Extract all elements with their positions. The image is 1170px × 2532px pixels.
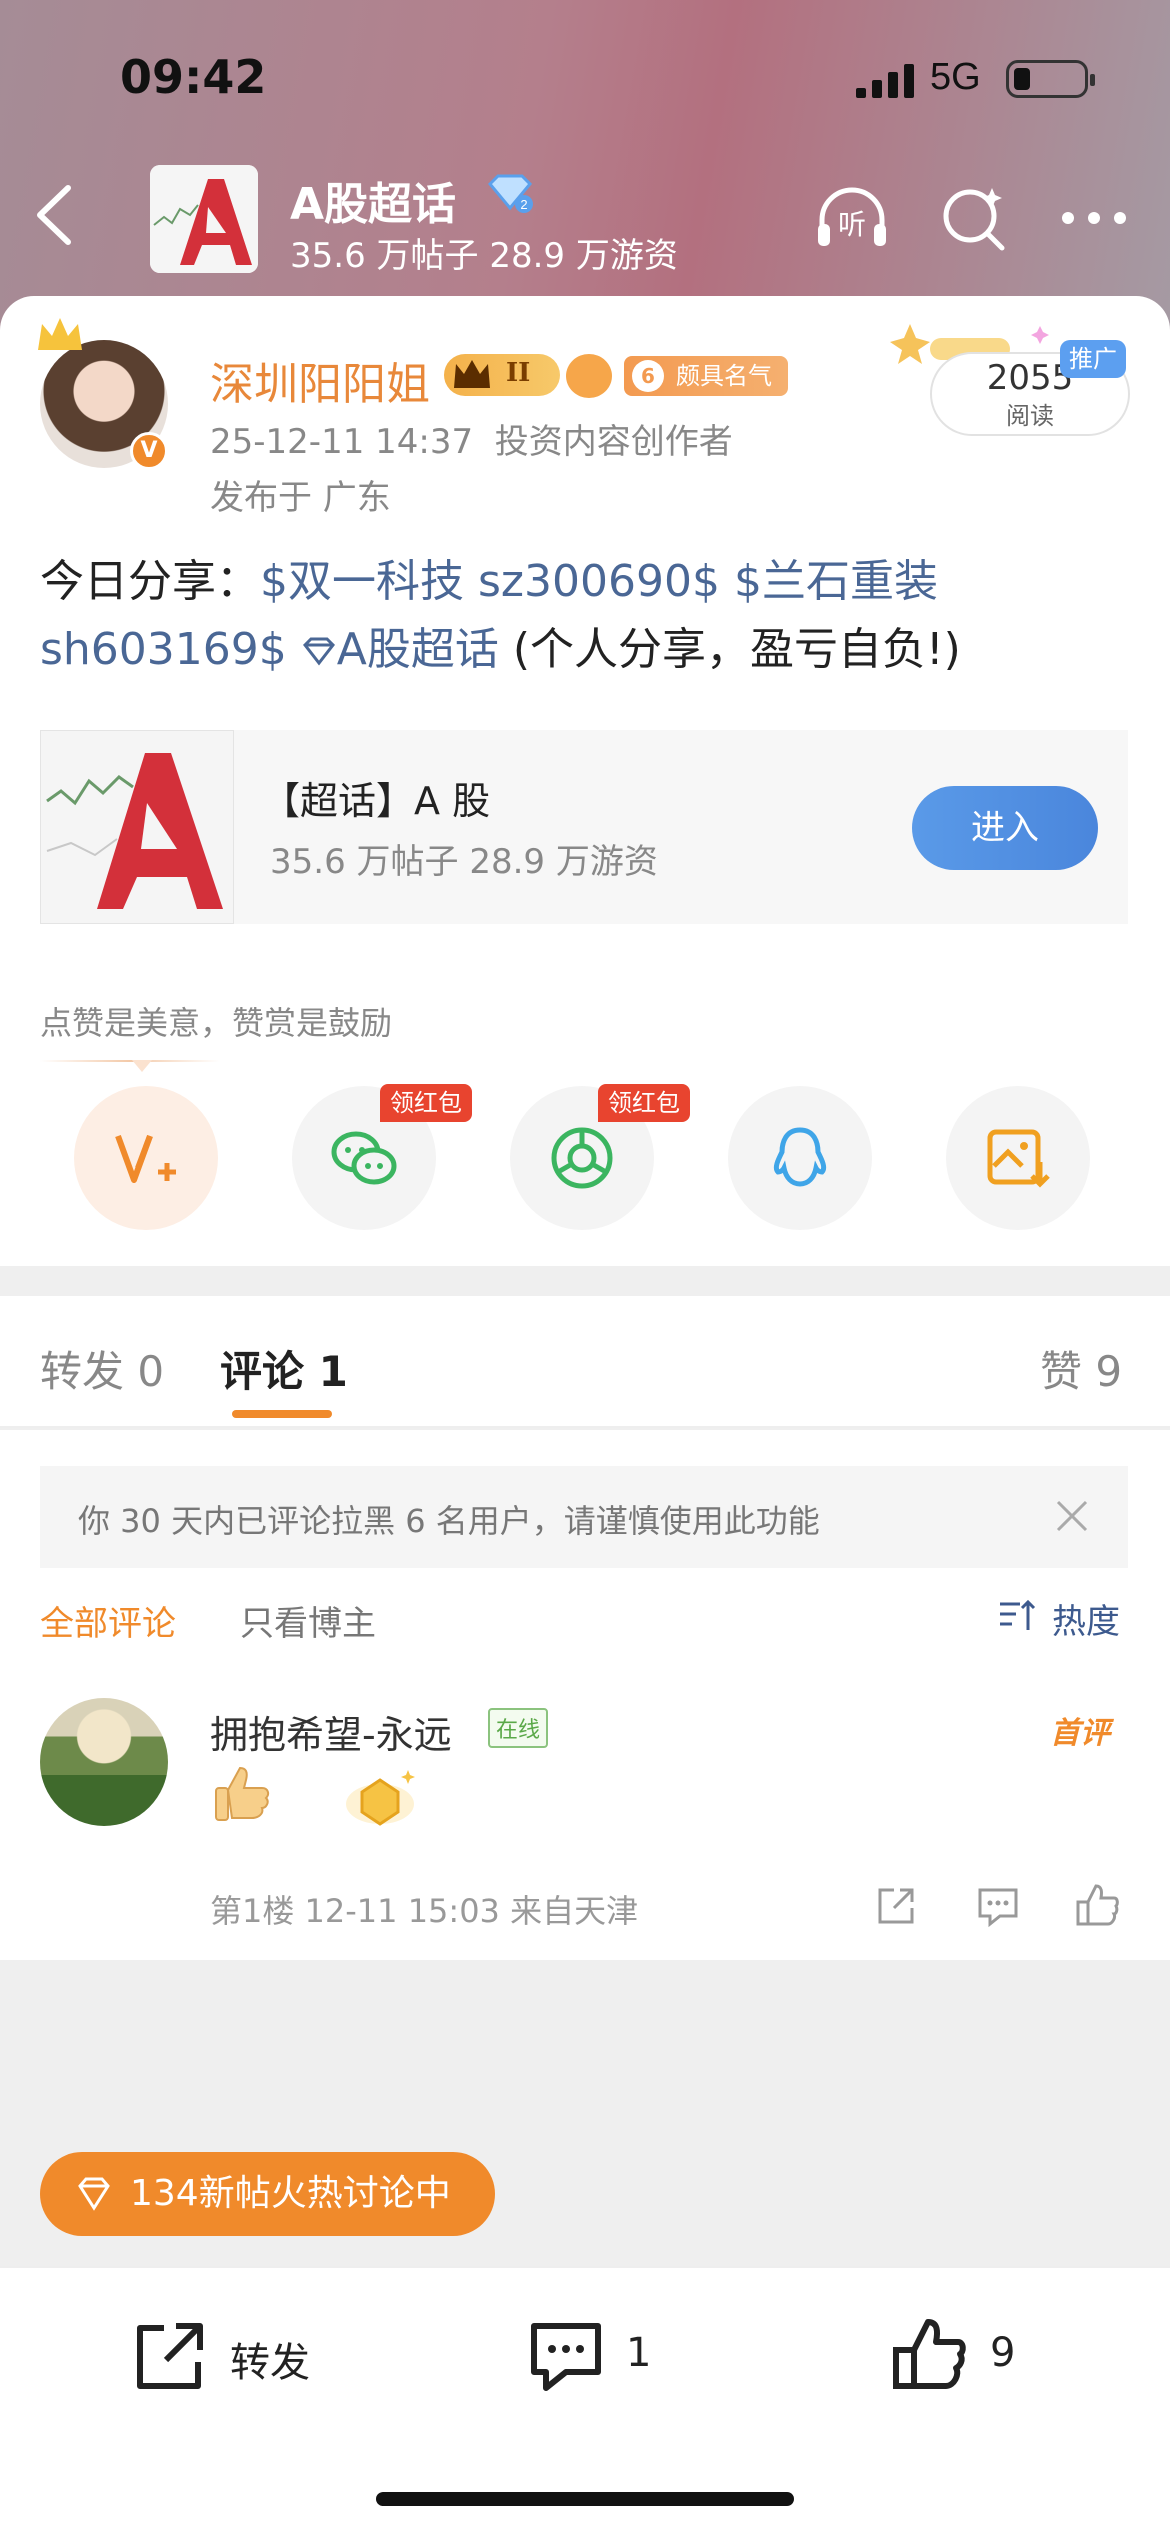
hot-discussion-pill[interactable]: 134新帖火热讨论中 <box>40 2152 495 2236</box>
svg-text:听: 听 <box>838 208 866 241</box>
signal-icon <box>856 64 914 98</box>
first-comment-tag: 首评 <box>1050 1716 1110 1751</box>
topic-card-title: 【超话】A 股 <box>262 779 491 823</box>
qq-share-button[interactable] <box>728 1086 872 1230</box>
network-label: 5G <box>930 56 981 98</box>
verified-badge-icon: V <box>130 432 168 470</box>
sort-hot[interactable]: 热度 <box>1052 1594 1120 1643</box>
status-bar: 09:42 5G <box>0 50 1170 110</box>
wechat-icon <box>331 1131 397 1185</box>
topic-stats: 35.6 万帖子 28.9 万游资 <box>290 236 678 276</box>
topic-card-stats: 35.6 万帖子 28.9 万游资 <box>270 842 658 882</box>
share-comment-icon[interactable] <box>872 1882 920 1930</box>
member-level-badge: II <box>444 354 560 396</box>
status-time: 09:42 <box>120 50 267 104</box>
topic-title: A股超话 <box>290 179 457 230</box>
topic-logo-icon <box>41 731 233 923</box>
stock-link-1[interactable]: $双一科技 sz300690$ <box>260 556 720 607</box>
fame-badge: 6 颇具名气 <box>624 356 788 396</box>
home-indicator[interactable] <box>376 2492 794 2506</box>
comments-section: 你 30 天内已评论拉黑 6 名用户，请谨慎使用此功能 全部评论 只看博主 热度… <box>0 1430 1170 1960</box>
promo-tag[interactable]: 推广 <box>1060 340 1126 378</box>
post-location: 发布于 广东 <box>210 478 391 518</box>
more-icon[interactable] <box>1054 178 1134 258</box>
battery-icon <box>1006 60 1095 98</box>
repost-icon <box>137 2323 203 2389</box>
moments-icon <box>551 1127 613 1189</box>
topic-card-thumbnail <box>40 730 234 924</box>
qq-icon <box>773 1127 827 1187</box>
post-tabs: 转发 0 评论 1 赞 9 <box>0 1296 1170 1428</box>
save-image-button[interactable] <box>946 1086 1090 1230</box>
tab-like[interactable]: 赞 9 <box>1040 1338 1122 1399</box>
filter-all-comments[interactable]: 全部评论 <box>40 1596 176 1645</box>
back-icon[interactable] <box>30 180 80 250</box>
author-name[interactable]: 深圳阳阳姐 <box>210 348 430 412</box>
save-image-icon <box>987 1129 1050 1188</box>
diamond-level-icon: 2 <box>487 174 533 213</box>
tab-comment[interactable]: 评论 1 <box>220 1338 348 1399</box>
tip-caret-icon <box>132 1060 152 1072</box>
topic-card[interactable]: 【超话】A 股 35.6 万帖子 28.9 万游资 进入 <box>40 730 1128 924</box>
thumbs-up-emoji-icon <box>215 1766 270 1821</box>
like-comment-icon[interactable] <box>1074 1882 1122 1930</box>
block-notice-text: 你 30 天内已评论拉黑 6 名用户，请谨慎使用此功能 <box>78 1502 820 1540</box>
sort-icon <box>1000 1599 1036 1630</box>
topic-logo-icon <box>150 165 258 273</box>
enter-topic-button[interactable]: 进入 <box>912 786 1098 870</box>
reward-icon <box>115 1134 176 1183</box>
close-icon[interactable] <box>1050 1494 1094 1538</box>
filter-blogger-only[interactable]: 只看博主 <box>240 1596 376 1645</box>
reward-tip: 点赞是美意，赞赏是鼓励 <box>40 1004 393 1042</box>
fish-icon <box>566 354 612 398</box>
listen-icon[interactable]: 听 <box>812 178 892 258</box>
reward-button[interactable] <box>74 1086 218 1230</box>
member-crown-icon <box>454 360 490 388</box>
search-icon[interactable] <box>934 178 1014 258</box>
diamond-icon <box>78 2177 110 2211</box>
topic-link[interactable]: A股超话 <box>301 624 499 675</box>
topic-diamond-icon <box>302 637 335 666</box>
medal-icon <box>346 1770 415 1826</box>
post-meta: 25-12-11 14:37 投资内容创作者 <box>210 422 733 462</box>
topic-thumbnail[interactable] <box>150 165 258 273</box>
comment-meta: 第1楼 12-11 15:03 来自天津 <box>210 1892 639 1930</box>
reply-comment-icon[interactable] <box>974 1882 1022 1930</box>
online-badge: 在线 <box>488 1708 549 1748</box>
tip-divider <box>40 1060 220 1062</box>
topic-header: 09:42 5G A股超话 2 35.6 万帖子 28.9 万游资 听 <box>0 0 1170 330</box>
block-notice: 你 30 天内已评论拉黑 6 名用户，请谨慎使用此功能 <box>40 1466 1128 1568</box>
like-icon <box>893 2319 966 2389</box>
svg-text:2: 2 <box>520 197 527 212</box>
comment-icon <box>531 2323 601 2391</box>
tab-repost[interactable]: 转发 0 <box>40 1338 164 1399</box>
red-packet-tag-wechat: 领红包 <box>380 1084 472 1122</box>
commenter-avatar[interactable] <box>40 1698 168 1826</box>
tab-indicator <box>232 1410 332 1418</box>
crown-icon <box>38 318 82 350</box>
commenter-name[interactable]: 拥抱希望-永远 <box>210 1704 452 1759</box>
post-content: 今日分享：$双一科技 sz300690$ $兰石重装 sh603169$ A股超… <box>40 556 961 675</box>
red-packet-tag-moments: 领红包 <box>598 1084 690 1122</box>
